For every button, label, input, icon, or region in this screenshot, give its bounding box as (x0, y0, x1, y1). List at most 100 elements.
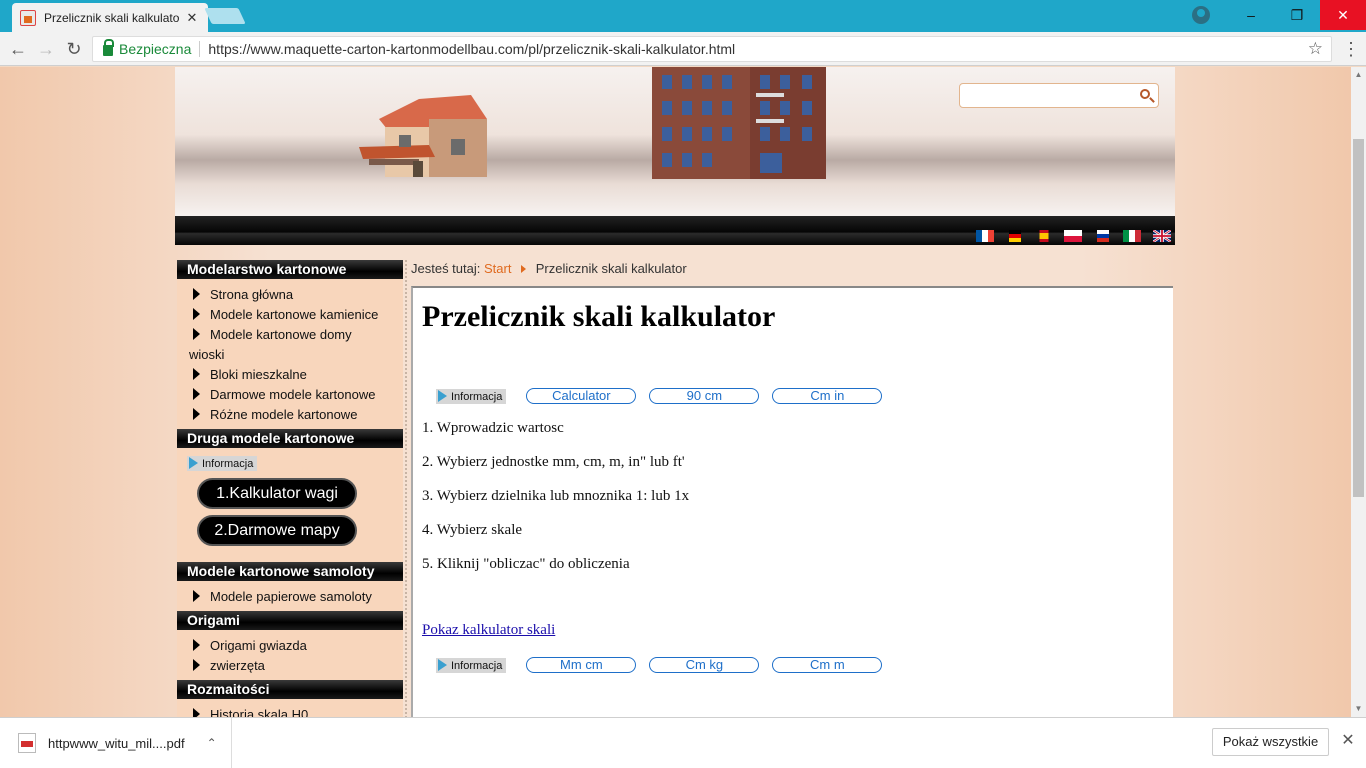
pdf-file-icon (18, 733, 36, 753)
arrow-right-icon (193, 328, 200, 340)
web-page: Modelarstwo kartonowe Strona główna Mode… (0, 67, 1351, 717)
90-cm-button[interactable]: 90 cm (649, 388, 760, 404)
info-badge[interactable]: Informacja (187, 456, 258, 471)
chevron-up-icon[interactable]: ⌃ (207, 736, 217, 750)
sidebar-item-houses[interactable]: Modele kartonowe domy (193, 325, 403, 345)
weight-calculator-button[interactable]: 1.Kalkulator wagi (197, 478, 357, 509)
top-button-row: Informacja Calculator 90 cm Cm in (436, 388, 895, 404)
cm-in-button[interactable]: Cm in (772, 388, 883, 404)
arrow-right-icon (193, 388, 200, 400)
breadcrumb-arrow-icon (521, 265, 527, 273)
browser-menu-icon[interactable]: ⋮ (1341, 38, 1361, 60)
arrow-right-icon (193, 288, 200, 300)
flag-polish-icon[interactable] (1064, 230, 1082, 242)
tab-title: Przelicznik skali kalkulato (44, 10, 180, 25)
sidebar-heading: Modele kartonowe samoloty (177, 562, 403, 581)
tab-close-icon[interactable]: ✕ (184, 10, 200, 26)
sidebar-menu: Origami gwiazda zwierzęta (177, 630, 403, 680)
info-badge[interactable]: Informacja (436, 657, 507, 673)
step-text: 5. Kliknij "obliczac" do obliczenia (422, 556, 630, 572)
forward-arrow-icon[interactable]: → (34, 37, 58, 61)
sidebar-menu: Modele papierowe samoloty (177, 581, 403, 611)
sidebar-item-history-h0[interactable]: Historia skala H0 (193, 705, 403, 717)
close-window-button[interactable]: ✕ (1320, 0, 1366, 30)
column-divider (405, 260, 407, 717)
sidebar-menu: Strona główna Modele kartonowe kamienice… (177, 279, 403, 429)
play-icon (189, 457, 198, 469)
sidebar-heading: Druga modele kartonowe (177, 429, 403, 448)
instruction-steps: 1. Wprowadzic wartosc 2. Wybierz jednost… (422, 418, 689, 588)
sidebar-heading: Modelarstwo kartonowe (177, 260, 403, 279)
page-scrollbar[interactable]: ▲ ▼ (1351, 67, 1366, 717)
breadcrumb-prefix: Jesteś tutaj: (411, 261, 481, 276)
show-calculator-link[interactable]: Pokaz kalkulator skali (422, 622, 555, 639)
main-content: Przelicznik skali kalkulator Informacja … (411, 286, 1173, 717)
bottom-button-row: Informacja Mm cm Cm kg Cm m (436, 657, 895, 673)
info-badge[interactable]: Informacja (436, 388, 507, 404)
search-icon[interactable] (1140, 89, 1150, 99)
play-icon (438, 658, 447, 671)
browser-toolbar: ← → ↻ Bezpieczna https://www.maquette-ca… (0, 32, 1366, 66)
site-search-input[interactable] (959, 83, 1159, 108)
sidebar-item-various[interactable]: Różne modele kartonowe (193, 405, 403, 425)
bookmark-star-icon[interactable]: ☆ (1308, 39, 1331, 59)
sidebar: Modelarstwo kartonowe Strona główna Mode… (177, 260, 403, 717)
lock-icon (103, 38, 114, 56)
window-titlebar: Przelicznik skali kalkulato ✕ – ❐ ✕ (0, 0, 1366, 32)
play-icon (438, 389, 447, 402)
cm-m-button[interactable]: Cm m (772, 657, 883, 673)
breadcrumb-start-link[interactable]: Start (484, 261, 511, 276)
close-download-bar-icon[interactable]: ✕ (1338, 731, 1358, 751)
account-icon[interactable] (1192, 6, 1210, 24)
back-arrow-icon[interactable]: ← (6, 37, 30, 61)
arrow-right-icon (193, 408, 200, 420)
language-bar (175, 216, 1175, 245)
sidebar-item-paper-planes[interactable]: Modele papierowe samoloty (193, 587, 403, 607)
step-text: 2. Wybierz jednostke mm, cm, m, in" lub … (422, 454, 685, 470)
download-bar: httpwww_witu_mil....pdf ⌃ Pokaż wszystki… (0, 717, 1366, 768)
arrow-right-icon (193, 308, 200, 320)
cm-kg-button[interactable]: Cm kg (649, 657, 760, 673)
flag-italian-icon[interactable] (1123, 230, 1141, 242)
scrollbar-thumb[interactable] (1353, 139, 1364, 497)
scroll-up-icon[interactable]: ▲ (1354, 70, 1363, 79)
breadcrumb: Jesteś tutaj: Start Przelicznik skali ka… (411, 261, 687, 276)
show-all-downloads-button[interactable]: Pokaż wszystkie (1212, 728, 1329, 756)
free-maps-button[interactable]: 2.Darmowe mapy (197, 515, 357, 546)
address-bar[interactable]: Bezpieczna https://www.maquette-carton-k… (92, 36, 1332, 62)
arrow-right-icon (193, 368, 200, 380)
reload-icon[interactable]: ↻ (62, 37, 86, 61)
flag-russian-icon[interactable] (1094, 230, 1112, 242)
sidebar-item-blocks[interactable]: Bloki mieszkalne (193, 365, 403, 385)
calculator-button[interactable]: Calculator (526, 388, 637, 404)
sidebar-item-animals[interactable]: zwierzęta (193, 656, 403, 676)
step-text: 4. Wybierz skale (422, 522, 523, 538)
mm-cm-button[interactable]: Mm cm (526, 657, 637, 673)
minimize-button[interactable]: – (1228, 0, 1274, 30)
site-header (175, 67, 1175, 217)
sidebar-item-free-models[interactable]: Darmowe modele kartonowe (193, 385, 403, 405)
step-text: 3. Wybierz dzielnika lub mnoznika 1: lub… (422, 488, 690, 504)
url-text[interactable]: https://www.maquette-carton-kartonmodell… (200, 41, 1307, 57)
browser-tab[interactable]: Przelicznik skali kalkulato ✕ (12, 3, 208, 32)
sidebar-item-houses-continued[interactable]: wioski (189, 345, 403, 365)
flag-spanish-icon[interactable] (1035, 230, 1053, 242)
restore-button[interactable]: ❐ (1274, 0, 1320, 30)
flag-french-icon[interactable] (976, 230, 994, 242)
sidebar-item-origami-star[interactable]: Origami gwiazda (193, 636, 403, 656)
flag-british-icon[interactable] (1153, 230, 1171, 242)
download-item[interactable]: httpwww_witu_mil....pdf ⌃ (0, 718, 232, 768)
scroll-down-icon[interactable]: ▼ (1354, 704, 1363, 713)
sidebar-item-home[interactable]: Strona główna (193, 285, 403, 305)
site-favicon-icon (20, 9, 36, 26)
arrow-right-icon (193, 639, 200, 651)
secure-label: Bezpieczna (119, 41, 201, 57)
arrow-right-icon (193, 659, 200, 671)
flag-german-icon[interactable] (1006, 230, 1024, 242)
sidebar-heading: Origami (177, 611, 403, 630)
tenement-model-image (652, 67, 826, 179)
page-title: Przelicznik skali kalkulator (422, 300, 776, 333)
sidebar-item-tenements[interactable]: Modele kartonowe kamienice (193, 305, 403, 325)
new-tab-button[interactable] (204, 8, 246, 24)
sidebar-heading: Rozmaitości (177, 680, 403, 699)
